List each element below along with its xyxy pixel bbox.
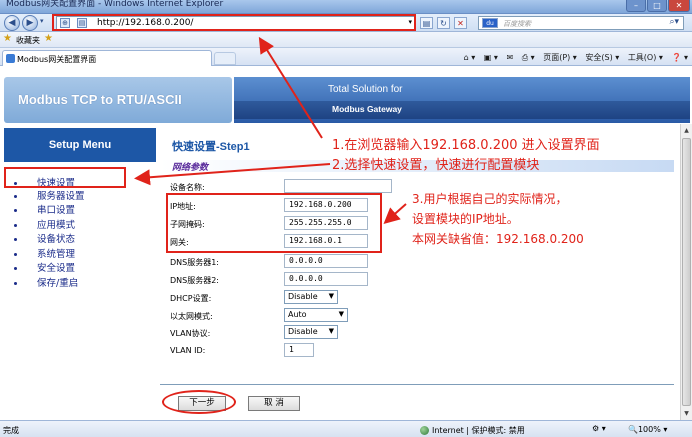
annotation-step3-line3: 本网关缺省值：192.168.0.200 bbox=[412, 232, 584, 246]
annotation-step3-line1: 3.用户根据自己的实际情况， bbox=[412, 192, 568, 206]
annotation-arrows bbox=[134, 36, 407, 224]
annotation-step3-line2: 设置模块的IP地址。 bbox=[412, 212, 519, 226]
arrow-to-quick-setup bbox=[134, 163, 331, 186]
arrow-to-fields bbox=[383, 203, 407, 224]
arrow-to-address bbox=[258, 36, 323, 139]
annotation-step2: 2.选择快速设置，快速进行配置模块 bbox=[332, 158, 540, 173]
annotation-step1: 1.在浏览器输入192.168.0.200 进入设置界面 bbox=[332, 138, 600, 153]
